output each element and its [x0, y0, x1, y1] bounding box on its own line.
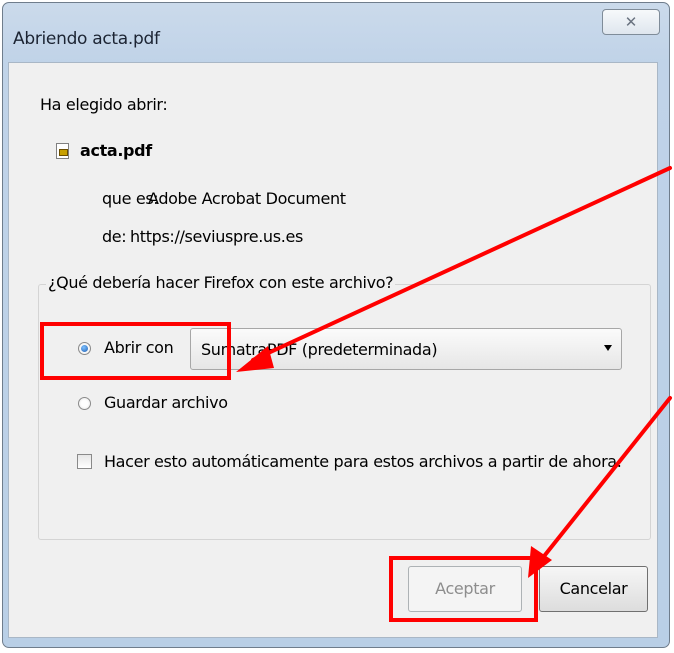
- arrow-to-accept: [539, 396, 672, 562]
- arrow-to-open-with: [251, 166, 672, 362]
- arrow-head-open-with: [236, 346, 274, 372]
- screenshot: Abriendo acta.pdf ✕ Ha elegido abrir: ac…: [0, 0, 674, 653]
- annotation-arrows: [236, 166, 672, 578]
